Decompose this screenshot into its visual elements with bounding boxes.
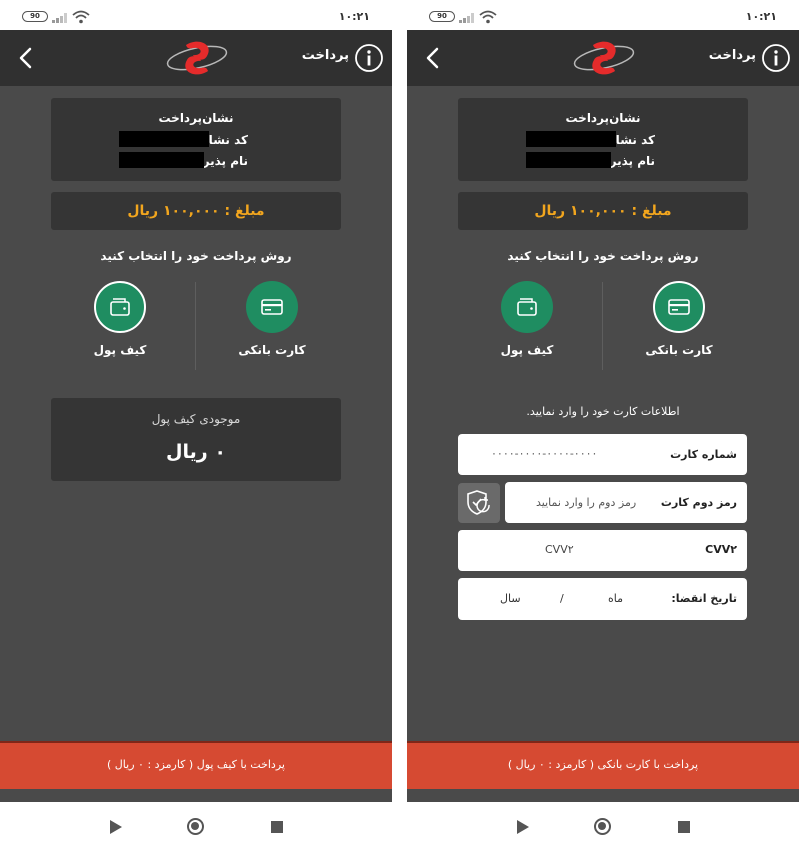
payment-info-card: نشان‌پرداخت کد نشان‌پرداخت: نام پذیرنده: bbox=[458, 98, 748, 181]
method-prompt: روش پرداخت خود را انتخاب کنید bbox=[507, 249, 699, 263]
app-bar-title: پرداخت bbox=[301, 48, 349, 63]
battery-icon: 90 bbox=[429, 11, 455, 22]
wallet-icon bbox=[517, 298, 537, 316]
method-bank-card[interactable]: کارت بانکی bbox=[629, 281, 729, 357]
system-nav-bar bbox=[0, 802, 392, 850]
payment-info-title: نشان‌پرداخت bbox=[565, 111, 641, 125]
expiry-date-field[interactable]: تاریخ انقضا: ماه / سال bbox=[458, 578, 747, 620]
phone-screen-wallet: 90 ۱۰:۲۱ پرداخت نشان‌پرداخت کد نشان‌ bbox=[0, 0, 392, 850]
second-password-field[interactable]: رمز دوم کارت رمز دوم را وارد نمایید bbox=[505, 482, 747, 523]
amount-text: مبلغ : ۱۰۰,۰۰۰ ریال bbox=[127, 203, 265, 219]
bank-card-label: کارت بانکی bbox=[645, 343, 713, 357]
second-password-placeholder[interactable]: رمز دوم را وارد نمایید bbox=[536, 496, 636, 509]
method-wallet[interactable]: کیف پول bbox=[70, 281, 170, 357]
expiry-label: تاریخ انقضا: bbox=[671, 592, 737, 605]
pay-with-wallet-button[interactable]: پرداخت با کیف پول ( کارمزد : ۰ ریال ) bbox=[0, 741, 392, 789]
method-bank-card[interactable]: کارت بانکی bbox=[222, 281, 322, 357]
wallet-balance-title: موجودی کیف پول bbox=[151, 412, 241, 426]
bank-card-label: کارت بانکی bbox=[238, 343, 306, 357]
method-prompt: روش پرداخت خود را انتخاب کنید bbox=[100, 249, 292, 263]
status-bar: 90 ۱۰:۲۱ bbox=[0, 0, 392, 30]
card-info-prompt: اطلاعات کارت خود را وارد نمایید. bbox=[526, 405, 680, 418]
back-arrow-icon[interactable] bbox=[12, 44, 40, 72]
card-number-field[interactable]: شماره کارت ۰۰۰۰-۰۰۰۰-۰۰۰۰-۰۰۰۰ bbox=[458, 434, 747, 475]
request-otp-button[interactable] bbox=[458, 483, 500, 523]
back-arrow-icon[interactable] bbox=[419, 44, 447, 72]
nav-back-icon[interactable] bbox=[517, 820, 529, 834]
bank-card-button[interactable] bbox=[653, 281, 705, 333]
wifi-icon bbox=[479, 10, 497, 24]
cvv2-placeholder[interactable]: CVV۲ bbox=[545, 543, 574, 556]
battery-icon: 90 bbox=[22, 11, 48, 22]
bank-card-button[interactable] bbox=[246, 281, 298, 333]
signal-icon bbox=[459, 13, 474, 23]
payment-info-title: نشان‌پرداخت bbox=[158, 111, 234, 125]
card-number-placeholder[interactable]: ۰۰۰۰-۰۰۰۰-۰۰۰۰-۰۰۰۰ bbox=[491, 447, 597, 460]
nav-home-icon[interactable] bbox=[594, 818, 611, 835]
credit-card-icon bbox=[261, 299, 283, 315]
wallet-label: کیف پول bbox=[500, 343, 554, 357]
card-number-label: شماره کارت bbox=[670, 448, 737, 461]
redacted-merchant-name bbox=[526, 152, 611, 168]
brand-logo bbox=[573, 41, 635, 75]
method-divider bbox=[602, 282, 603, 370]
signal-icon bbox=[52, 13, 67, 23]
app-bar: پرداخت bbox=[407, 30, 799, 86]
pay-button-label: پرداخت با کیف پول ( کارمزد : ۰ ریال ) bbox=[107, 758, 285, 771]
payment-info-card: نشان‌پرداخت کد نشان‌پرداخت: نام پذیرنده: bbox=[51, 98, 341, 181]
method-wallet[interactable]: کیف پول bbox=[477, 281, 577, 357]
redacted-payment-code bbox=[119, 131, 209, 147]
cvv2-label: CVV۲ bbox=[705, 543, 737, 556]
app-bar: پرداخت bbox=[0, 30, 392, 86]
amount-card: مبلغ : ۱۰۰,۰۰۰ ریال bbox=[51, 192, 341, 230]
nav-recents-icon[interactable] bbox=[678, 821, 690, 833]
second-password-label: رمز دوم کارت bbox=[660, 496, 737, 509]
wallet-button[interactable] bbox=[94, 281, 146, 333]
method-divider bbox=[195, 282, 196, 370]
nav-back-icon[interactable] bbox=[110, 820, 122, 834]
redacted-merchant-name bbox=[119, 152, 204, 168]
clock: ۱۰:۲۱ bbox=[745, 10, 777, 23]
expiry-month-input[interactable]: ماه bbox=[608, 592, 623, 605]
info-icon[interactable] bbox=[354, 43, 384, 73]
pay-button-label: پرداخت با کارت بانکی ( کارمزد : ۰ ریال ) bbox=[507, 758, 699, 771]
wallet-balance-card: موجودی کیف پول ۰ ریال bbox=[51, 398, 341, 481]
wallet-label: کیف پول bbox=[93, 343, 147, 357]
wallet-balance-value: ۰ ریال bbox=[166, 441, 226, 463]
expiry-year-input[interactable]: سال bbox=[500, 592, 521, 605]
app-bar-title: پرداخت bbox=[708, 48, 756, 63]
wallet-button[interactable] bbox=[501, 281, 553, 333]
redacted-payment-code bbox=[526, 131, 616, 147]
amount-text: مبلغ : ۱۰۰,۰۰۰ ریال bbox=[534, 203, 672, 219]
info-icon[interactable] bbox=[761, 43, 791, 73]
shield-refresh-icon bbox=[467, 490, 490, 515]
nav-home-icon[interactable] bbox=[187, 818, 204, 835]
amount-card: مبلغ : ۱۰۰,۰۰۰ ریال bbox=[458, 192, 748, 230]
pay-with-bank-card-button[interactable]: پرداخت با کارت بانکی ( کارمزد : ۰ ریال ) bbox=[407, 741, 799, 789]
wallet-icon bbox=[110, 298, 130, 316]
cvv2-field[interactable]: CVV۲ CVV۲ bbox=[458, 530, 747, 571]
brand-logo bbox=[166, 41, 228, 75]
clock: ۱۰:۲۱ bbox=[338, 10, 370, 23]
phone-screen-bank-card: 90 ۱۰:۲۱ پرداخت نشان‌پرداخت کد نشان‌ bbox=[407, 0, 799, 850]
expiry-separator: / bbox=[560, 592, 564, 605]
nav-recents-icon[interactable] bbox=[271, 821, 283, 833]
wifi-icon bbox=[72, 10, 90, 24]
system-nav-bar bbox=[407, 802, 799, 850]
status-bar: 90 ۱۰:۲۱ bbox=[407, 0, 799, 30]
credit-card-icon bbox=[668, 299, 690, 315]
